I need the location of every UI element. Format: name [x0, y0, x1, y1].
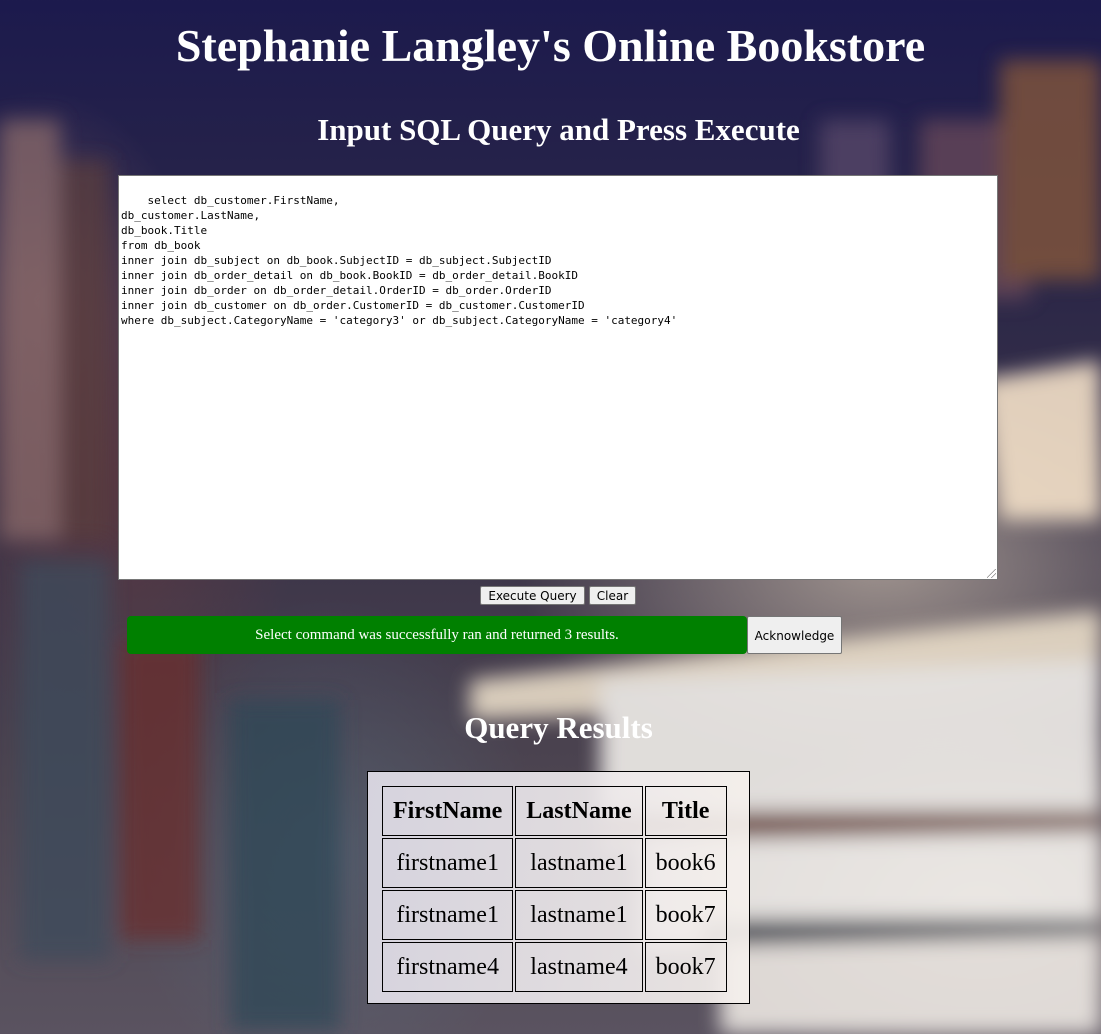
- results-panel: FirstName LastName Title firstname1 last…: [367, 771, 750, 1004]
- table-row: firstname4 lastname4 book7: [382, 942, 727, 992]
- resize-grip-icon[interactable]: [987, 569, 996, 578]
- status-message-text: Select command was successfully ran and …: [255, 627, 619, 643]
- cell-firstname: firstname4: [382, 942, 514, 992]
- execute-query-button[interactable]: Execute Query: [480, 586, 585, 605]
- cell-title: book7: [644, 890, 727, 940]
- column-header-title: Title: [644, 786, 727, 836]
- sql-query-textarea[interactable]: select db_customer.FirstName, db_custome…: [118, 175, 998, 580]
- table-row: firstname1 lastname1 book6: [382, 838, 727, 888]
- query-heading: Input SQL Query and Press Execute: [317, 112, 800, 147]
- results-heading: Query Results: [464, 710, 653, 745]
- cell-firstname: firstname1: [382, 890, 514, 940]
- acknowledge-button[interactable]: Acknowledge: [747, 616, 842, 654]
- table-header-row: FirstName LastName Title: [382, 786, 727, 836]
- status-message: Select command was successfully ran and …: [127, 616, 747, 654]
- cell-lastname: lastname4: [515, 942, 643, 992]
- page-title: Stephanie Langley's Online Bookstore: [175, 20, 926, 71]
- cell-title: book7: [644, 942, 727, 992]
- results-table: FirstName LastName Title firstname1 last…: [380, 784, 729, 994]
- cell-firstname: firstname1: [382, 838, 514, 888]
- cell-title: book6: [644, 838, 727, 888]
- column-header-lastname: LastName: [515, 786, 643, 836]
- column-header-firstname: FirstName: [382, 786, 514, 836]
- sql-query-text: select db_customer.FirstName, db_custome…: [121, 194, 678, 327]
- cell-lastname: lastname1: [515, 890, 643, 940]
- table-row: firstname1 lastname1 book7: [382, 890, 727, 940]
- cell-lastname: lastname1: [515, 838, 643, 888]
- clear-button[interactable]: Clear: [589, 586, 636, 605]
